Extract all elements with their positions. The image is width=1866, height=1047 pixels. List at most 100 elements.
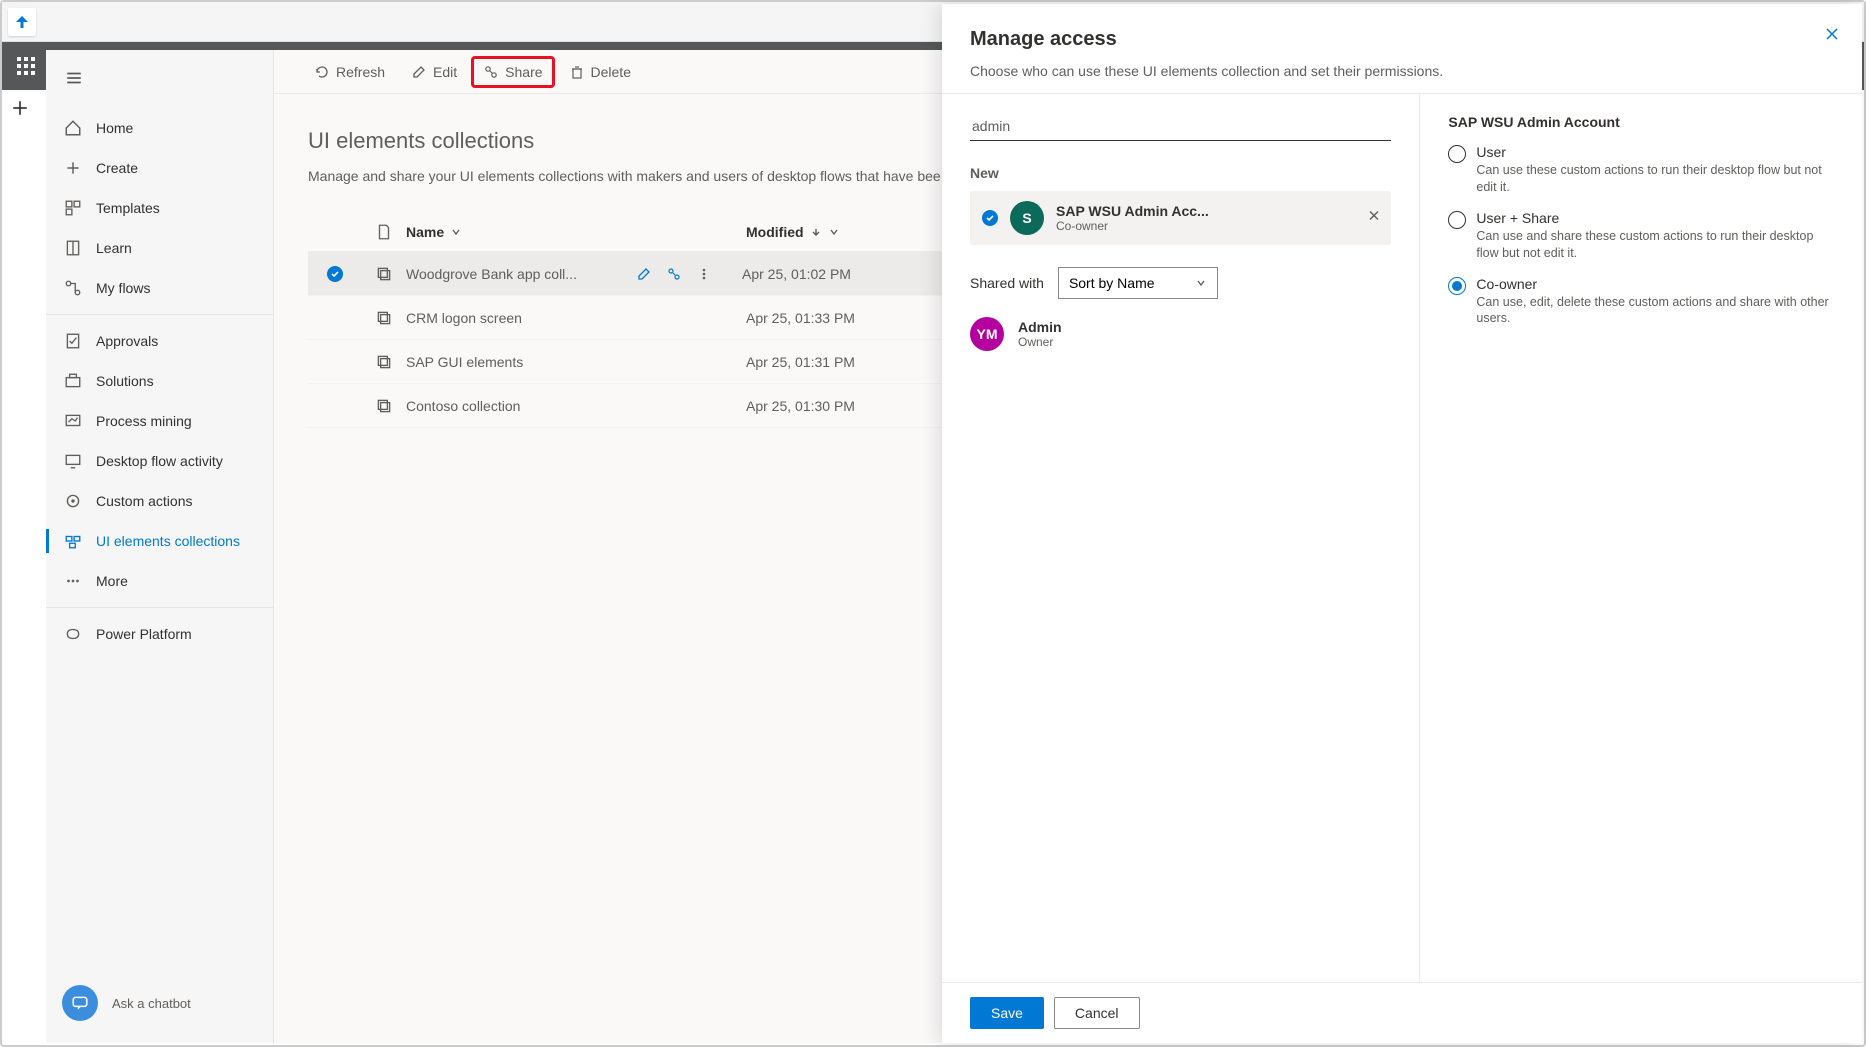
panel-right: SAP WSU Admin Account User Can use these…	[1420, 94, 1862, 982]
nav-more[interactable]: More	[46, 561, 273, 601]
chip-selected-icon	[982, 210, 998, 226]
chevron-down-icon	[828, 226, 840, 238]
nav-approvals[interactable]: Approvals	[46, 321, 273, 361]
more-icon[interactable]	[696, 266, 712, 282]
radio-desc: Can use and share these custom actions t…	[1476, 228, 1834, 262]
sort-desc-icon	[810, 226, 822, 238]
col-modified-header[interactable]: Modified	[746, 224, 946, 240]
close-button[interactable]	[1818, 20, 1846, 53]
collection-icon	[375, 309, 393, 327]
edit-icon	[411, 64, 427, 80]
approvals-icon	[64, 332, 82, 350]
permission-co-owner[interactable]: Co-owner Can use, edit, delete these cus…	[1448, 276, 1834, 328]
nav-learn[interactable]: Learn	[46, 228, 273, 268]
tool-label: Edit	[433, 64, 457, 80]
row-type-icon	[362, 397, 406, 415]
panel-title: Manage access	[970, 28, 1834, 51]
nav-desktop-flow-activity[interactable]: Desktop flow activity	[46, 441, 273, 481]
close-icon	[1824, 26, 1840, 42]
app-tab-icon[interactable]	[8, 8, 36, 36]
nav-templates[interactable]: Templates	[46, 188, 273, 228]
row-modified: Apr 25, 01:33 PM	[746, 310, 855, 326]
delete-button[interactable]: Delete	[559, 58, 641, 86]
permission-user[interactable]: User Can use these custom actions to run…	[1448, 144, 1834, 196]
permission-user-share[interactable]: User + Share Can use and share these cus…	[1448, 210, 1834, 262]
cancel-button[interactable]: Cancel	[1054, 997, 1140, 1029]
app-launcher-icon[interactable]	[10, 50, 42, 82]
edit-icon[interactable]	[636, 266, 652, 282]
edit-button[interactable]: Edit	[401, 58, 467, 86]
selected-user-title: SAP WSU Admin Account	[1448, 114, 1834, 130]
nav-power-platform[interactable]: Power Platform	[46, 614, 273, 654]
collection-icon	[375, 265, 393, 283]
share-button[interactable]: Share	[473, 58, 552, 86]
nav-label: Home	[96, 120, 133, 136]
row-actions	[636, 266, 712, 282]
share-icon	[483, 64, 499, 80]
plus-icon	[11, 99, 29, 117]
collection-icon	[375, 353, 393, 371]
platform-icon	[64, 625, 82, 643]
collections-icon	[64, 532, 82, 550]
book-icon	[64, 239, 82, 257]
nav-myflows[interactable]: My flows	[46, 268, 273, 308]
sort-dropdown[interactable]: Sort by Name	[1058, 267, 1218, 299]
nav-custom-actions[interactable]: Custom actions	[46, 481, 273, 521]
radio-button[interactable]	[1448, 211, 1466, 229]
col-label: Name	[406, 224, 444, 240]
nav-solutions[interactable]: Solutions	[46, 361, 273, 401]
panel-left: admin New S SAP WSU Admin Acc... Co-owne…	[942, 94, 1420, 982]
row-modified: Apr 25, 01:02 PM	[742, 266, 851, 282]
check-icon	[330, 269, 340, 279]
nav-separator	[46, 314, 273, 315]
shared-with-label: Shared with	[970, 275, 1044, 291]
radio-desc: Can use, edit, delete these custom actio…	[1476, 294, 1834, 328]
save-button[interactable]: Save	[970, 997, 1044, 1029]
chip-name: SAP WSU Admin Acc...	[1056, 203, 1209, 219]
chip-role: Co-owner	[1056, 219, 1209, 233]
row-type-icon	[362, 265, 406, 283]
activity-icon	[64, 452, 82, 470]
nav-label: Approvals	[96, 333, 158, 349]
panel-body: admin New S SAP WSU Admin Acc... Co-owne…	[942, 93, 1862, 982]
nav-process-mining[interactable]: Process mining	[46, 401, 273, 441]
radio-label: Co-owner	[1476, 276, 1834, 292]
row-name: SAP GUI elements	[406, 354, 746, 370]
shared-with-row: Shared with Sort by Name	[970, 267, 1391, 299]
row-checkbox[interactable]	[308, 266, 362, 282]
nav-label: Process mining	[96, 413, 192, 429]
nav-home[interactable]: Home	[46, 108, 273, 148]
radio-button[interactable]	[1448, 145, 1466, 163]
refresh-button[interactable]: Refresh	[304, 58, 395, 86]
nav-label: Learn	[96, 240, 132, 256]
share-icon[interactable]	[666, 266, 682, 282]
shared-user-role: Owner	[1018, 335, 1062, 349]
new-tab-button[interactable]	[2, 90, 38, 126]
refresh-icon	[314, 64, 330, 80]
shared-user-name: Admin	[1018, 319, 1062, 335]
shared-user-item[interactable]: YM Admin Owner	[970, 317, 1391, 351]
avatar: S	[1010, 201, 1044, 235]
dropdown-value: Sort by Name	[1069, 275, 1155, 291]
more-icon	[64, 572, 82, 590]
radio-label: User	[1476, 144, 1834, 160]
radio-button[interactable]	[1448, 277, 1466, 295]
mining-icon	[64, 412, 82, 430]
nav-label: Desktop flow activity	[96, 453, 223, 469]
col-name-header[interactable]: Name	[406, 224, 746, 240]
plus-icon	[64, 159, 82, 177]
nav-label: UI elements collections	[96, 533, 240, 549]
nav-ui-elements-collections[interactable]: UI elements collections	[46, 521, 273, 561]
remove-chip-button[interactable]	[1367, 209, 1381, 228]
user-search-input[interactable]: admin	[970, 114, 1391, 141]
chatbot-bar[interactable]: Ask a chatbot	[46, 979, 273, 1027]
row-type-icon	[362, 309, 406, 327]
nav-collapse-button[interactable]	[54, 62, 94, 94]
manage-access-panel: Manage access Choose who can use these U…	[942, 4, 1862, 1043]
row-type-icon	[362, 353, 406, 371]
chevron-down-icon	[450, 226, 462, 238]
new-user-chip[interactable]: S SAP WSU Admin Acc... Co-owner	[970, 191, 1391, 245]
templates-icon	[64, 199, 82, 217]
new-section-label: New	[970, 165, 1391, 181]
nav-create[interactable]: Create	[46, 148, 273, 188]
